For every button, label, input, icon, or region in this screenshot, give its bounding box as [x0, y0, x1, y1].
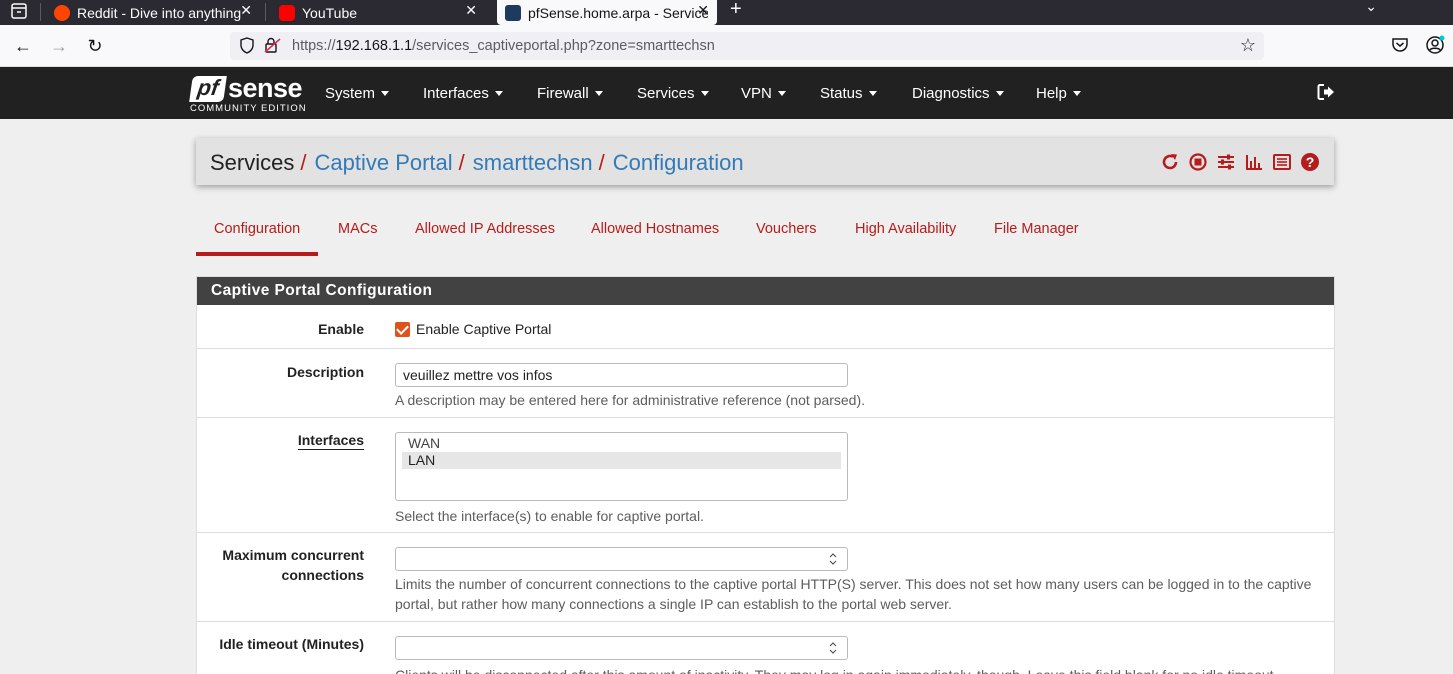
status-chart-icon[interactable] — [1244, 152, 1264, 172]
logout-icon[interactable] — [1316, 82, 1336, 102]
breadcrumb: Services / Captive Portal / smarttechsn / Conf… — [210, 150, 744, 175]
idle-timeout-label: Idle timeout (Minutes) — [219, 636, 364, 652]
pfsense-favicon-icon — [505, 4, 521, 21]
max-connections-row: Maximum concurrent connections Limits the… — [197, 532, 1334, 621]
tab-high-availability[interactable]: High Availability — [837, 212, 974, 256]
caret-down-icon — [868, 90, 877, 96]
browser-nav-toolbar: ← → ↻ https://192.168.1.1/services_capti… — [0, 25, 1453, 67]
interface-option-wan[interactable]: WAN — [402, 435, 841, 452]
idle-timeout-row: Idle timeout (Minutes) Clients will be d… — [197, 621, 1334, 674]
tab-title: pfSense.home.arpa - Services: Captive Po… — [528, 4, 708, 21]
idle-timeout-help: Clients will be disconnected after this … — [395, 665, 1325, 674]
tab-title: YouTube — [302, 4, 358, 21]
spinner-arrows-icon[interactable] — [829, 641, 837, 655]
pfsense-logo[interactable]: pf sense COMMUNITY EDITION — [189, 72, 306, 116]
back-button[interactable]: ← — [12, 35, 34, 57]
log-list-icon[interactable] — [1272, 152, 1292, 172]
enable-checkbox[interactable] — [395, 322, 410, 337]
tab-vouchers[interactable]: Vouchers — [738, 212, 834, 256]
pocket-icon[interactable] — [1390, 35, 1410, 55]
tab-file-manager[interactable]: File Manager — [976, 212, 1097, 256]
breadcrumb-services: Services — [210, 150, 295, 175]
caret-down-icon — [594, 90, 603, 96]
idle-timeout-input[interactable] — [395, 636, 848, 660]
help-icon[interactable]: ? — [1300, 152, 1320, 172]
menu-firewall[interactable]: Firewall — [537, 67, 603, 119]
spinner-arrows-icon[interactable] — [829, 552, 837, 566]
browser-tab-reddit[interactable]: Reddit - Dive into anything ✕ — [54, 0, 260, 25]
max-connections-field: Limits the number of concurrent connecti… — [395, 547, 1325, 614]
close-tab-icon[interactable]: ✕ — [465, 2, 477, 19]
restart-service-icon[interactable] — [1160, 152, 1180, 172]
tab-title: Reddit - Dive into anything — [77, 4, 242, 21]
tab-list-icon[interactable] — [10, 2, 28, 20]
tab-menu-chevron-icon[interactable]: ⌄ — [1365, 0, 1377, 15]
tab-allowed-ip-addresses[interactable]: Allowed IP Addresses — [397, 212, 573, 256]
pfsense-navbar: pf sense COMMUNITY EDITION System Interf… — [0, 67, 1453, 119]
breadcrumb-captive-portal[interactable]: Captive Portal — [314, 150, 452, 175]
caret-down-icon — [1072, 90, 1081, 96]
menu-diagnostics[interactable]: Diagnostics — [912, 67, 1004, 119]
breadcrumb-bar: Services / Captive Portal / smarttechsn / Conf… — [196, 138, 1334, 185]
youtube-favicon-icon — [279, 4, 295, 21]
caret-down-icon — [700, 90, 709, 96]
menu-interfaces[interactable]: Interfaces — [423, 67, 503, 119]
tab-allowed-hostnames[interactable]: Allowed Hostnames — [573, 212, 737, 256]
browser-tab-strip: Reddit - Dive into anything ✕ YouTube ✕ … — [0, 0, 1453, 25]
menu-status[interactable]: Status — [820, 67, 877, 119]
forward-button[interactable]: → — [48, 35, 70, 57]
settings-sliders-icon[interactable] — [1216, 152, 1236, 172]
menu-vpn[interactable]: VPN — [741, 67, 786, 119]
insecure-lock-icon[interactable] — [264, 37, 281, 54]
interfaces-multiselect[interactable]: WAN LAN — [395, 432, 848, 501]
description-row: Description veuillez mettre vos infos A … — [197, 348, 1334, 417]
enable-field: Enable Captive Portal — [395, 319, 551, 339]
stop-service-icon[interactable] — [1188, 152, 1208, 172]
reload-button[interactable]: ↻ — [84, 35, 106, 57]
enable-label: Enable — [318, 321, 364, 337]
menu-help[interactable]: Help — [1036, 67, 1081, 119]
description-input[interactable]: veuillez mettre vos infos — [395, 363, 848, 387]
interface-option-lan[interactable]: LAN — [402, 452, 841, 469]
url-text[interactable]: https://192.168.1.1/services_captiveport… — [292, 38, 715, 54]
menu-system[interactable]: System — [325, 67, 390, 119]
interfaces-field: WAN LAN Select the interface(s) to enabl… — [395, 432, 848, 526]
max-connections-help: Limits the number of concurrent connecti… — [395, 576, 1312, 612]
enable-checkbox-label[interactable]: Enable Captive Portal — [416, 321, 551, 337]
close-tab-icon[interactable]: ✕ — [697, 2, 709, 19]
menu-services[interactable]: Services — [637, 67, 709, 119]
captive-portal-config-panel: Captive Portal Configuration Enable Enab… — [196, 276, 1335, 674]
max-connections-label: Maximum concurrent connections — [222, 547, 364, 583]
caret-down-icon — [995, 90, 1004, 96]
interfaces-label[interactable]: Interfaces — [297, 431, 364, 450]
idle-timeout-field: Clients will be disconnected after this … — [395, 636, 1325, 674]
description-help: A description may be entered here for ad… — [395, 392, 866, 408]
description-field: veuillez mettre vos infos A description … — [395, 363, 865, 410]
interfaces-help: Select the interface(s) to enable for ca… — [395, 508, 704, 524]
url-bar[interactable]: https://192.168.1.1/services_captiveport… — [230, 32, 1264, 60]
panel-title: Captive Portal Configuration — [197, 277, 1334, 305]
caret-down-icon — [381, 90, 390, 96]
new-tab-button[interactable]: + — [730, 0, 742, 21]
max-connections-input[interactable] — [395, 547, 848, 571]
browser-tab-pfsense[interactable]: pfSense.home.arpa - Services: Captive Po… — [497, 0, 717, 25]
breadcrumb-configuration[interactable]: Configuration — [613, 150, 744, 175]
tracking-shield-icon[interactable] — [240, 37, 254, 54]
tab-macs[interactable]: MACs — [320, 212, 395, 256]
svg-text:?: ? — [1306, 154, 1315, 170]
enable-row: Enable Enable Captive Portal — [197, 305, 1334, 348]
close-tab-icon[interactable]: ✕ — [240, 2, 252, 19]
tab-configuration[interactable]: Configuration — [196, 212, 319, 256]
caret-down-icon — [494, 90, 503, 96]
browser-tab-youtube[interactable]: YouTube ✕ — [279, 0, 485, 25]
caret-down-icon — [777, 90, 786, 96]
interfaces-row: Interfaces WAN LAN Select the interface(… — [197, 417, 1334, 532]
account-avatar-icon[interactable] — [1425, 35, 1445, 55]
description-label: Description — [286, 364, 364, 380]
service-action-icons: ? — [1160, 152, 1320, 172]
breadcrumb-zone[interactable]: smarttechsn — [473, 150, 593, 175]
reddit-favicon-icon — [54, 4, 70, 21]
bookmark-star-icon[interactable]: ☆ — [1240, 35, 1256, 56]
